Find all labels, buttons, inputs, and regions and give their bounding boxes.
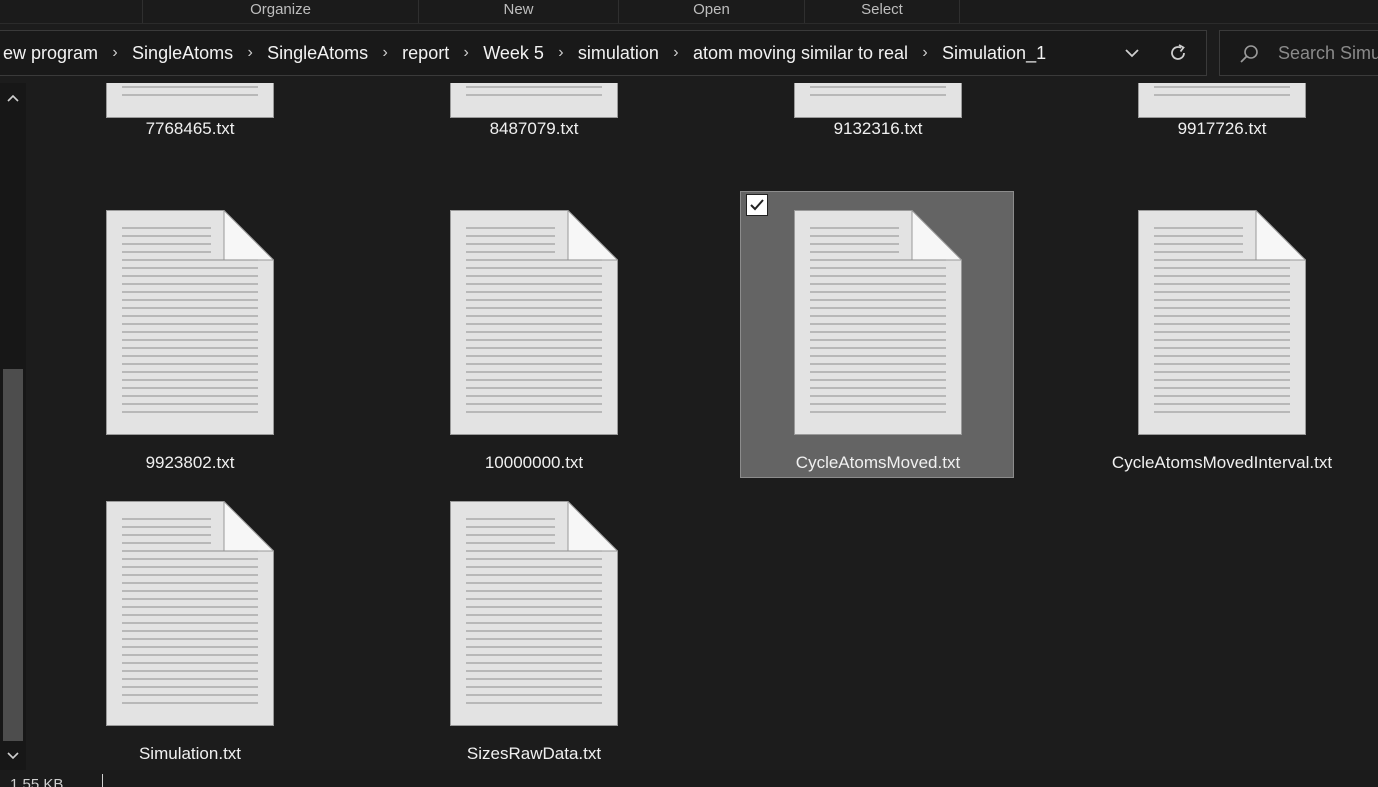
file-item[interactable]: 9917726.txt <box>1085 83 1359 162</box>
address-bar[interactable]: ew program › SingleAtoms › SingleAtoms ›… <box>0 30 1207 76</box>
file-name: CycleAtomsMovedInterval.txt <box>1111 453 1333 472</box>
chevron-right-icon[interactable]: › <box>453 44 479 62</box>
file-item[interactable]: 9923802.txt <box>53 192 327 479</box>
file-name: 10000000.txt <box>484 453 584 472</box>
file-name: SizesRawData.txt <box>466 744 602 763</box>
address-row: ew program › SingleAtoms › SingleAtoms ›… <box>0 24 1378 83</box>
breadcrumb-item[interactable]: Week 5 <box>479 43 548 64</box>
breadcrumb-item[interactable]: atom moving similar to real <box>689 43 912 64</box>
ribbon-group-labels: Organize New Open Select <box>0 0 1378 24</box>
chevron-right-icon[interactable]: › <box>912 44 938 62</box>
breadcrumb-item[interactable]: report <box>398 43 453 64</box>
text-file-icon <box>106 501 274 726</box>
file-explorer-window: Organize New Open Select ew program › Si… <box>0 0 1378 787</box>
text-file-icon <box>450 501 618 726</box>
breadcrumb: ew program › SingleAtoms › SingleAtoms ›… <box>0 31 1050 75</box>
search-input[interactable] <box>1278 41 1378 65</box>
text-file-icon <box>794 210 962 435</box>
file-item[interactable]: 7768465.txt <box>53 83 327 162</box>
ribbon-group-open[interactable]: Open <box>618 0 804 23</box>
ribbon-group-new[interactable]: New <box>418 0 618 23</box>
chevron-right-icon[interactable]: › <box>663 44 689 62</box>
breadcrumb-item-current[interactable]: Simulation_1 <box>938 43 1050 64</box>
file-grid: 7768465.txt 8487079.txt 9132316.txt 9917… <box>26 83 1378 770</box>
chevron-right-icon[interactable]: › <box>237 44 263 62</box>
file-item[interactable]: CycleAtomsMovedInterval.txt <box>1085 192 1359 479</box>
file-item[interactable]: SizesRawData.txt <box>397 483 671 770</box>
text-file-icon <box>1138 210 1306 435</box>
text-file-icon <box>794 83 962 118</box>
text-file-icon <box>106 83 274 118</box>
file-name: 9923802.txt <box>145 453 235 472</box>
file-name: CycleAtomsMoved.txt <box>795 453 961 472</box>
breadcrumb-item[interactable]: SingleAtoms <box>128 43 237 64</box>
selection-checkbox[interactable] <box>746 194 768 216</box>
text-file-icon <box>450 83 618 118</box>
breadcrumb-item[interactable]: simulation <box>574 43 663 64</box>
file-name: Simulation.txt <box>138 744 242 763</box>
status-divider <box>102 774 103 787</box>
chevron-down-icon[interactable] <box>1118 39 1146 67</box>
vertical-scrollbar[interactable] <box>0 83 26 770</box>
file-item[interactable]: Simulation.txt <box>53 483 327 770</box>
text-file-icon <box>106 210 274 435</box>
file-name: 9132316.txt <box>833 119 923 138</box>
file-name: 7768465.txt <box>145 119 235 138</box>
search-icon <box>1238 43 1260 65</box>
text-file-icon <box>1138 83 1306 118</box>
file-item[interactable]: 9132316.txt <box>741 83 1015 162</box>
status-file-size: 1.55 KB <box>10 776 64 787</box>
refresh-icon[interactable] <box>1164 39 1192 67</box>
scrollbar-thumb[interactable] <box>3 369 23 741</box>
chevron-right-icon[interactable]: › <box>102 44 128 62</box>
scroll-up-icon[interactable] <box>0 85 26 111</box>
file-name: 8487079.txt <box>489 119 579 138</box>
file-item-selected[interactable]: CycleAtomsMoved.txt <box>740 191 1014 478</box>
chevron-right-icon[interactable]: › <box>548 44 574 62</box>
chevron-right-icon[interactable]: › <box>372 44 398 62</box>
file-name: 9917726.txt <box>1177 119 1267 138</box>
search-box[interactable] <box>1219 30 1378 76</box>
breadcrumb-item[interactable]: SingleAtoms <box>263 43 372 64</box>
ribbon-group-select[interactable]: Select <box>804 0 960 23</box>
ribbon-group-organize[interactable]: Organize <box>142 0 418 23</box>
checkmark-icon <box>750 199 764 211</box>
breadcrumb-item[interactable]: ew program <box>0 43 102 64</box>
file-item[interactable]: 10000000.txt <box>397 192 671 479</box>
status-bar: 1.55 KB <box>0 770 1378 787</box>
file-item[interactable]: 8487079.txt <box>397 83 671 162</box>
text-file-icon <box>450 210 618 435</box>
scroll-down-icon[interactable] <box>0 743 26 769</box>
